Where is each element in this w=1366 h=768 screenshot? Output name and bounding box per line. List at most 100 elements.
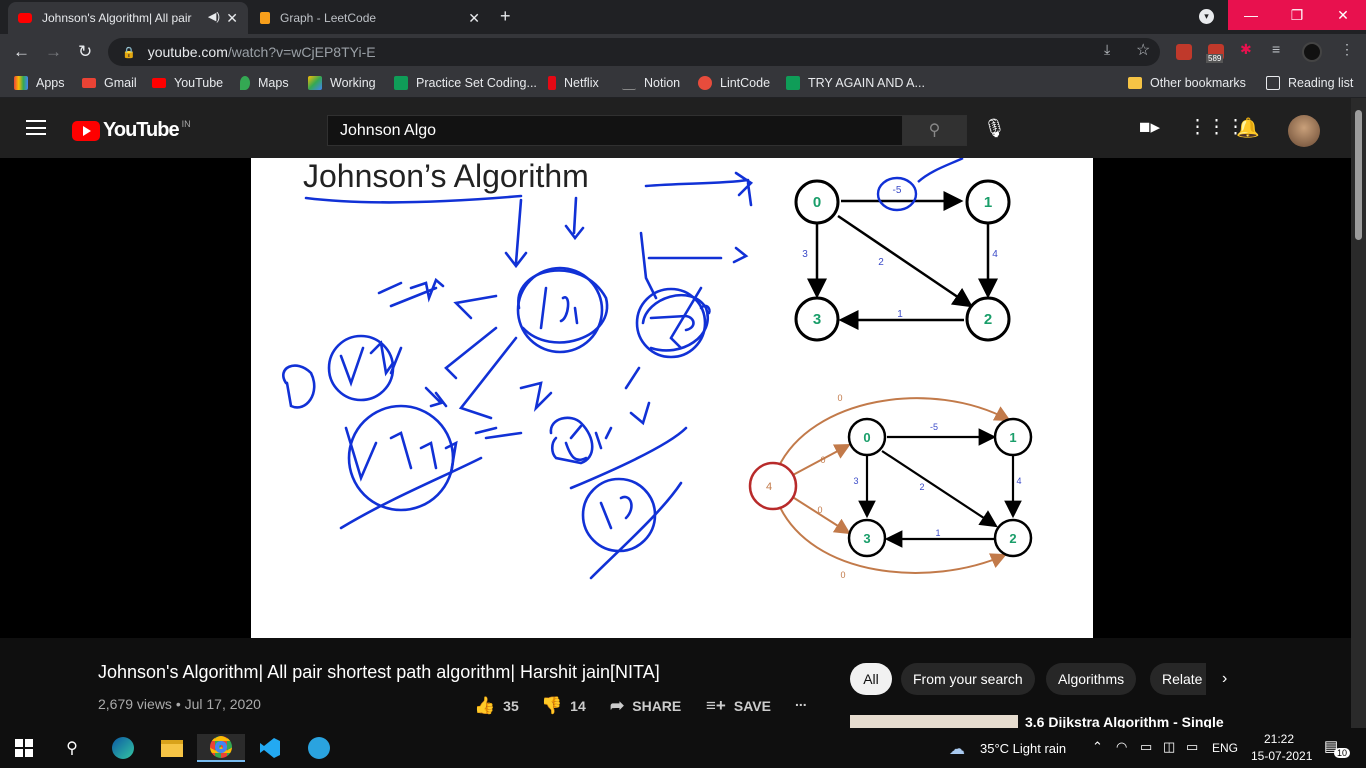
video-title: Johnson's Algorithm| All pair shortest p… — [98, 662, 660, 682]
edge-icon[interactable] — [109, 734, 137, 762]
create-video-icon[interactable]: ■▸ — [1139, 116, 1160, 139]
chip-related[interactable]: Relate — [1150, 663, 1206, 695]
top-node-1: 1 — [984, 194, 992, 211]
hamburger-menu-icon[interactable] — [26, 120, 46, 135]
clock-date[interactable]: 15-07-2021 — [1251, 749, 1312, 763]
dislike-button[interactable]: 👎 14 — [541, 696, 586, 716]
url-input[interactable]: 🔒 youtube.com/watch?v=wCjEP8TYi-E — [108, 38, 1160, 66]
battery-icon[interactable]: ▭ — [1186, 739, 1198, 755]
sheets-plus-icon — [786, 76, 800, 90]
video-player[interactable]: Johnson’s Algorithm 0 1 2 3 -5 3 2 4 1 0… — [0, 158, 1351, 638]
bookmark-label: Notion — [644, 76, 681, 90]
bookmark-apps[interactable]: Apps — [14, 76, 65, 90]
back-arrow-icon[interactable]: ← — [13, 42, 30, 62]
language-indicator[interactable]: ENG — [1212, 741, 1238, 755]
notifications-bell-icon[interactable]: 🔔 — [1236, 116, 1260, 140]
search-icon[interactable]: ⚲ — [58, 734, 86, 762]
other-bookmarks[interactable]: Other bookmarks — [1128, 76, 1246, 90]
bottom-node-1: 1 — [1009, 430, 1016, 445]
wifi-icon[interactable]: ◠ — [1116, 739, 1127, 755]
youtube-play-icon — [72, 120, 100, 141]
bookmark-notion[interactable]: Notion — [622, 76, 680, 90]
telegram-icon[interactable] — [305, 734, 333, 762]
url-domain: youtube.com — [147, 44, 228, 60]
bottom-edge-weight: 0 — [817, 505, 822, 515]
bookmark-youtube[interactable]: YouTube — [152, 76, 223, 90]
sheets-plus-icon — [394, 76, 408, 90]
extensions-puzzle-icon[interactable]: ✱ — [1240, 41, 1252, 58]
like-button[interactable]: 👍 35 — [474, 696, 519, 716]
top-edge-weight: -5 — [893, 185, 902, 196]
tab-leetcode[interactable]: Graph - LeetCode ✕ — [250, 2, 490, 34]
search-input[interactable]: Johnson Algo — [327, 115, 903, 146]
windows-start-icon[interactable] — [10, 734, 38, 762]
tab-johnson[interactable]: Johnson's Algorithm| All pair ◀) ✕ — [8, 2, 248, 34]
new-tab-button[interactable]: + — [500, 6, 511, 27]
menu-kebab-icon[interactable]: ⋮ — [1340, 41, 1354, 58]
chip-all[interactable]: All — [850, 663, 892, 695]
minimize-button[interactable]: — — [1228, 0, 1274, 30]
profile-avatar-icon[interactable] — [1302, 42, 1322, 62]
display-icon[interactable]: ▭ — [1140, 739, 1152, 755]
related-video-thumbnail[interactable] — [850, 715, 1018, 728]
search-button[interactable]: ⚲ — [902, 115, 967, 146]
reload-icon[interactable]: ↻ — [78, 42, 92, 62]
bookmark-lintcode[interactable]: LintCode — [698, 76, 770, 90]
meet-icon[interactable]: ◫ — [1163, 739, 1175, 755]
bookmark-maps[interactable]: Maps — [240, 76, 289, 90]
bookmark-working[interactable]: Working — [308, 76, 376, 90]
bookmark-gmail[interactable]: Gmail — [82, 76, 137, 90]
chip-algorithms[interactable]: Algorithms — [1046, 663, 1137, 695]
youtube-tab-icon — [18, 13, 32, 23]
media-control-icon[interactable]: ≡ — [1272, 41, 1280, 57]
install-icon[interactable]: ⤓ — [1104, 41, 1110, 58]
playlist-add-icon: ≡+ — [706, 696, 726, 715]
forward-arrow-icon[interactable]: → — [45, 42, 62, 62]
bookmark-try-again[interactable]: TRY AGAIN AND A... — [786, 76, 925, 90]
weather-text[interactable]: 35°C Light rain — [980, 741, 1066, 756]
speaker-icon[interactable]: ◀) — [208, 10, 220, 23]
weather-icon[interactable]: ☁ — [949, 739, 965, 759]
youtube-logo[interactable]: YouTube IN — [72, 119, 191, 142]
video-meta: 2,679 views • Jul 17, 2020 — [98, 696, 261, 712]
slide-drawing: 0 1 2 3 -5 3 2 4 1 0 1 2 3 4 -5 3 2 4 1 … — [282, 158, 1033, 580]
tab-search-icon[interactable]: ▾ — [1199, 9, 1214, 24]
more-dots-icon: ... — [795, 693, 807, 709]
bottom-node-0: 0 — [863, 430, 870, 445]
chevron-right-icon[interactable]: › — [1222, 670, 1227, 688]
top-node-3: 3 — [813, 311, 821, 328]
bookmark-netflix[interactable]: Netflix — [548, 76, 599, 90]
tab-title: Graph - LeetCode — [280, 11, 377, 25]
chip-from-your-search[interactable]: From your search — [901, 663, 1035, 695]
extension-badge-count: 589 — [1206, 54, 1224, 63]
chrome-icon[interactable] — [197, 734, 245, 762]
close-window-button[interactable]: ✕ — [1320, 0, 1366, 30]
file-explorer-icon[interactable] — [158, 734, 186, 762]
save-button[interactable]: ≡+ SAVE — [706, 696, 771, 716]
tray-chevron-icon[interactable]: ⌃ — [1092, 739, 1103, 755]
country-code: IN — [181, 118, 191, 129]
close-tab-icon[interactable]: ✕ — [468, 10, 480, 27]
bottom-node-3: 3 — [863, 531, 870, 546]
share-label: SHARE — [632, 698, 682, 714]
more-actions-button[interactable]: ... — [795, 693, 807, 709]
bottom-node-4: 4 — [766, 481, 772, 493]
user-avatar[interactable] — [1288, 115, 1320, 147]
bookmark-label: Other bookmarks — [1150, 76, 1246, 90]
page-scrollbar[interactable] — [1351, 98, 1366, 728]
vscode-icon[interactable] — [256, 734, 284, 762]
scrollbar-thumb[interactable] — [1355, 110, 1362, 240]
close-tab-icon[interactable]: ✕ — [226, 10, 238, 27]
bookmark-star-icon[interactable]: ☆ — [1136, 40, 1150, 60]
bookmark-practice-set[interactable]: Practice Set Coding... — [394, 76, 537, 90]
voice-search-mic-icon[interactable]: 🎙 — [983, 118, 1006, 139]
clock-time[interactable]: 21:22 — [1264, 732, 1294, 746]
thumbs-down-icon: 👎 — [541, 696, 563, 715]
notification-count: 10 — [1334, 748, 1351, 758]
bookmark-label: Working — [330, 76, 376, 90]
share-button[interactable]: ➦ SHARE — [610, 696, 681, 716]
extension-shield-icon[interactable] — [1176, 44, 1192, 60]
top-edge-weight: 1 — [897, 309, 903, 320]
restore-button[interactable]: ❐ — [1274, 0, 1320, 30]
reading-list[interactable]: Reading list — [1266, 76, 1353, 90]
